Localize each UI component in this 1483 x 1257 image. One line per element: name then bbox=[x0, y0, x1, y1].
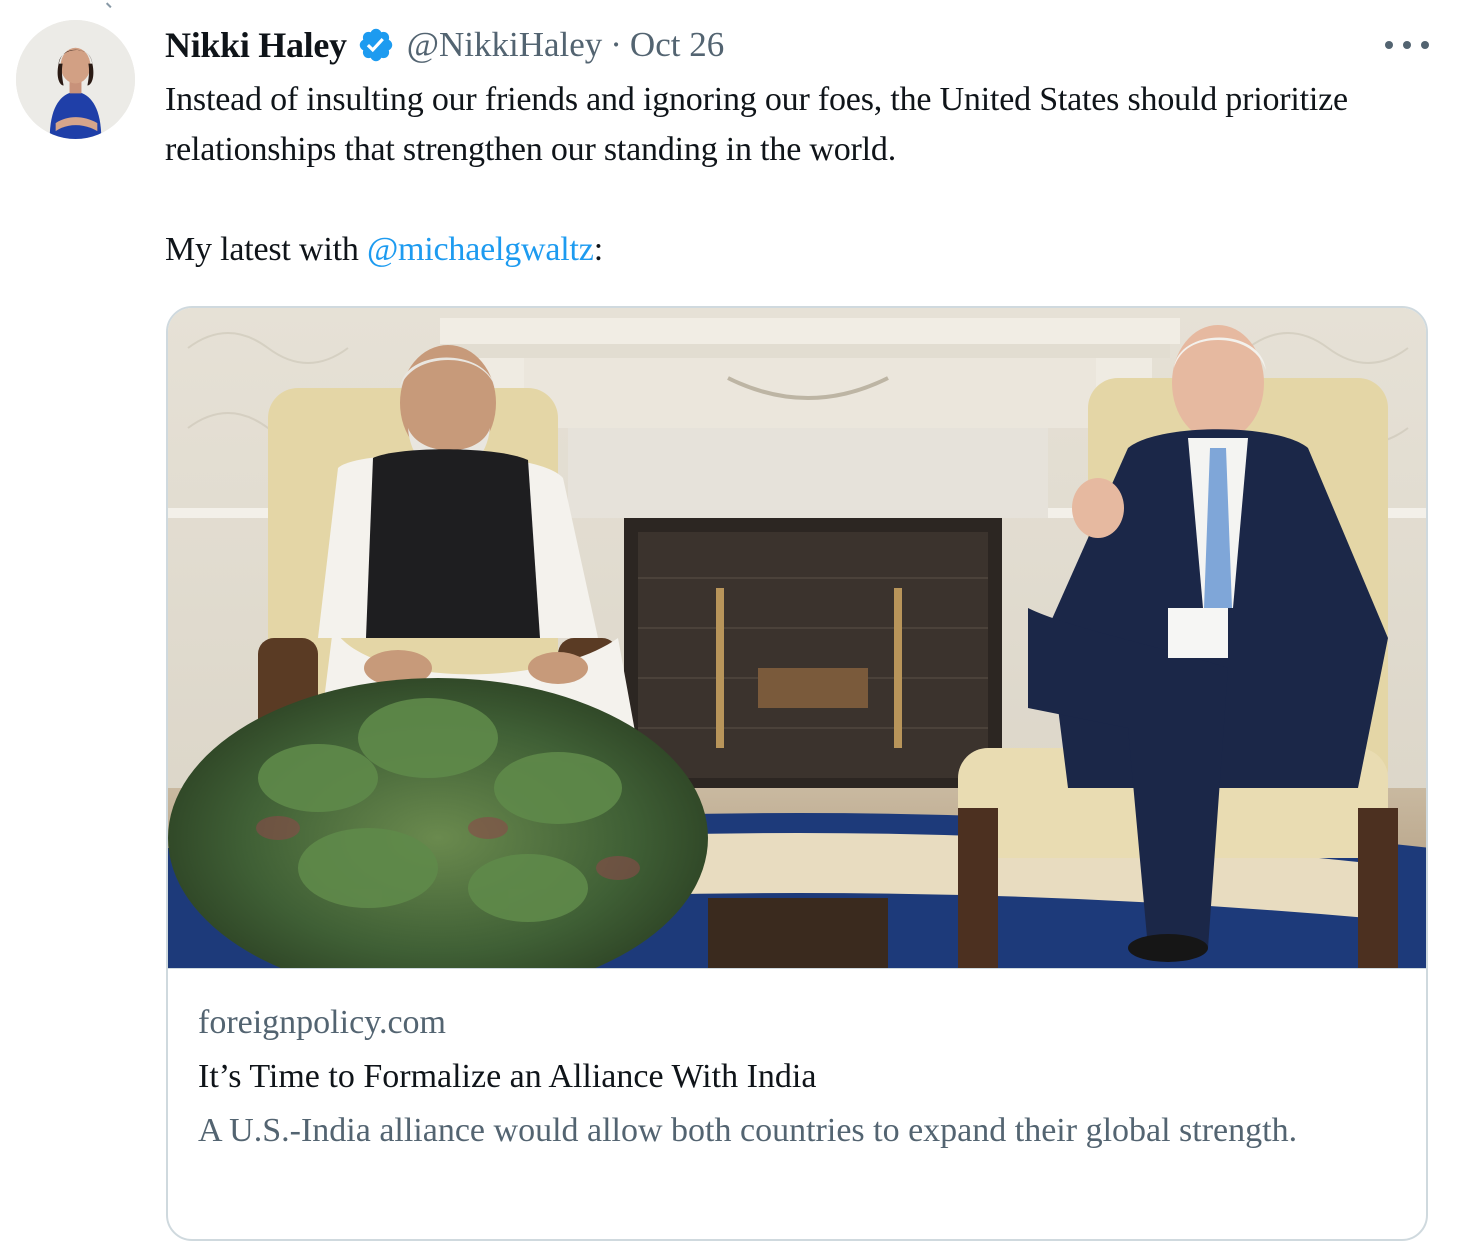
header-separator: · bbox=[610, 25, 622, 64]
previous-tweet-fragment bbox=[105, 0, 366, 9]
thread-connector-icon bbox=[105, 0, 121, 9]
card-image[interactable] bbox=[168, 308, 1426, 969]
link-preview-card[interactable]: foreignpolicy.com It’s Time to Formalize… bbox=[166, 306, 1428, 1241]
tweet-text-prefix: My latest with bbox=[165, 231, 367, 268]
profile-photo-icon bbox=[16, 20, 135, 139]
card-description: A U.S.-India alliance would allow both c… bbox=[198, 1112, 1298, 1149]
mention-link[interactable]: @michaelgwaltz bbox=[367, 231, 594, 268]
more-horizontal-icon-dot bbox=[1421, 41, 1429, 49]
tweet-text: Instead of insulting our friends and ign… bbox=[165, 75, 1405, 275]
tweet-timestamp[interactable]: Oct 26 bbox=[630, 25, 724, 65]
tweet-text-paragraph-1: Instead of insulting our friends and ign… bbox=[165, 81, 1348, 168]
card-body: foreignpolicy.com It’s Time to Formalize… bbox=[198, 998, 1398, 1156]
author-handle[interactable]: @NikkiHaley bbox=[407, 25, 603, 65]
tweet-text-paragraph-2: My latest with @michaelgwaltz: bbox=[165, 225, 1405, 275]
card-title: It’s Time to Formalize an Alliance With … bbox=[198, 1058, 817, 1095]
more-options-button[interactable] bbox=[1385, 30, 1429, 60]
card-domain: foreignpolicy.com bbox=[198, 1004, 446, 1041]
tweet-text-suffix: : bbox=[593, 231, 603, 268]
article-thumbnail-photo-icon bbox=[168, 308, 1426, 968]
avatar[interactable] bbox=[16, 20, 135, 139]
verified-badge-icon bbox=[359, 28, 392, 62]
more-horizontal-icon bbox=[1385, 41, 1393, 49]
more-horizontal-icon-dot bbox=[1403, 41, 1411, 49]
tweet-header: Nikki Haley @NikkiHaley · Oct 26 bbox=[165, 20, 724, 70]
author-display-name[interactable]: Nikki Haley bbox=[165, 24, 347, 66]
